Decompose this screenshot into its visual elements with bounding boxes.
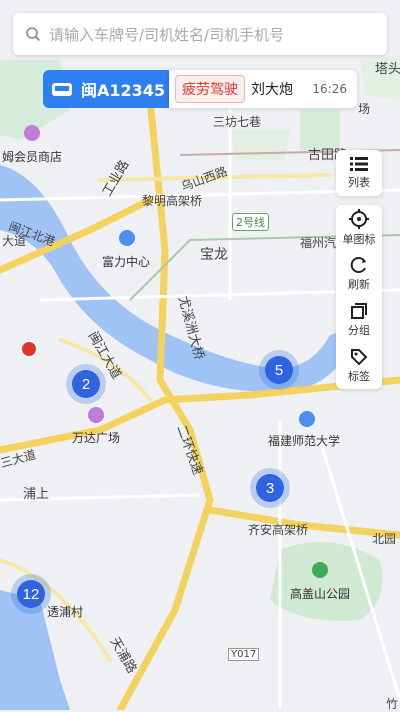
shopping-poi-icon[interactable] bbox=[24, 125, 40, 141]
refresh-icon bbox=[350, 257, 366, 273]
place-label: 场 bbox=[358, 102, 371, 116]
cluster-count: 2 bbox=[72, 370, 100, 398]
road-label: 大道 bbox=[2, 234, 27, 248]
road-shield: Y017 bbox=[228, 648, 260, 661]
shopping-poi-icon[interactable] bbox=[88, 407, 104, 423]
place-label: 三坊七巷 bbox=[213, 115, 262, 129]
vehicle-icon bbox=[52, 83, 72, 96]
tag-label: 标签 bbox=[348, 370, 370, 383]
place-label: 北园 bbox=[372, 532, 397, 546]
cluster-count: 5 bbox=[265, 356, 293, 384]
place-label: 塔头 bbox=[375, 62, 400, 77]
metro-label: 2号线 bbox=[232, 213, 269, 231]
place-label: 透浦村 bbox=[47, 605, 84, 619]
list-label: 列表 bbox=[348, 176, 370, 189]
place-label: 竹 bbox=[386, 697, 399, 711]
place-label: 福建师范大学 bbox=[268, 434, 341, 448]
group-label: 分组 bbox=[348, 324, 370, 337]
refresh-label: 刷新 bbox=[348, 278, 370, 291]
tag-icon bbox=[351, 349, 368, 366]
search-icon bbox=[26, 27, 41, 42]
alert-status-badge: 疲劳驾驶 bbox=[175, 75, 245, 103]
group-button[interactable]: 分组 bbox=[336, 297, 382, 343]
place-label: 万达广场 bbox=[72, 431, 121, 445]
no-entry-icon bbox=[20, 340, 38, 358]
place-label: 姆会员商店 bbox=[2, 150, 63, 164]
single-icon-label: 单图标 bbox=[342, 233, 376, 246]
single-icon-button[interactable]: 单图标 bbox=[336, 205, 382, 251]
list-icon bbox=[350, 157, 368, 171]
group-icon bbox=[351, 303, 367, 319]
place-label: 富力中心 bbox=[102, 255, 151, 269]
cluster-count: 3 bbox=[256, 474, 284, 502]
place-label: 浦上 bbox=[23, 487, 50, 502]
park-poi-icon[interactable] bbox=[312, 562, 328, 578]
vehicle-plate-badge[interactable]: 闽A12345 bbox=[43, 70, 169, 108]
tag-button[interactable]: 标签 bbox=[336, 343, 382, 389]
road-label: 齐安高架桥 bbox=[248, 523, 309, 537]
vehicle-cluster-marker[interactable]: 2 bbox=[66, 364, 106, 404]
map-toolbox: 单图标 刷新 分组 标签 bbox=[336, 205, 382, 389]
school-poi-icon[interactable] bbox=[299, 411, 315, 427]
road-label: 黎明高架桥 bbox=[142, 194, 203, 208]
building-poi-icon[interactable] bbox=[119, 230, 135, 246]
search-bar[interactable]: 请输入车牌号/司机姓名/司机手机号 bbox=[13, 13, 387, 55]
refresh-button[interactable]: 刷新 bbox=[336, 251, 382, 297]
crosshair-icon bbox=[349, 209, 369, 229]
search-input[interactable]: 请输入车牌号/司机姓名/司机手机号 bbox=[49, 24, 284, 45]
list-button[interactable]: 列表 bbox=[336, 150, 382, 196]
park-label: 高盖山公园 bbox=[290, 587, 351, 601]
place-label: 福州汽 bbox=[300, 236, 337, 250]
place-label: 宝龙 bbox=[200, 247, 228, 263]
cluster-count: 12 bbox=[17, 580, 45, 608]
list-toolbox: 列表 bbox=[336, 150, 382, 196]
plate-number: 闽A12345 bbox=[81, 81, 166, 100]
vehicle-cluster-marker[interactable]: 12 bbox=[11, 574, 51, 614]
timestamp: 16:26 bbox=[312, 82, 347, 96]
vehicle-info-card[interactable]: 疲劳驾驶 刘大炮 16:26 bbox=[169, 70, 357, 108]
driver-name: 刘大炮 bbox=[251, 82, 293, 98]
vehicle-cluster-marker[interactable]: 5 bbox=[259, 350, 299, 390]
vehicle-cluster-marker[interactable]: 3 bbox=[250, 468, 290, 508]
